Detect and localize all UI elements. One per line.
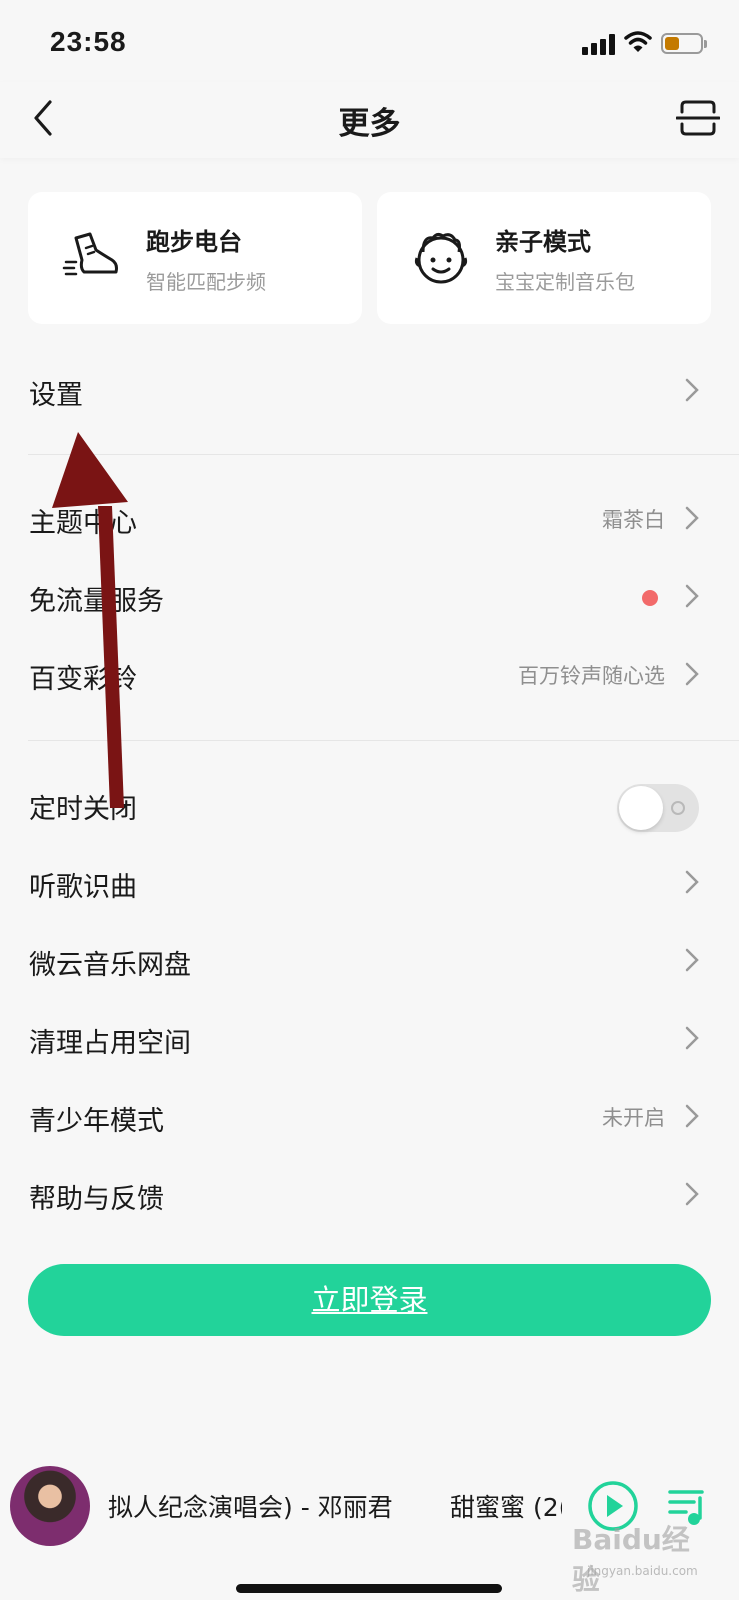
nav-bar: 更多 [0,82,739,158]
next-track-title[interactable]: 甜蜜蜜 (2( [450,1488,562,1524]
chevron-right-icon [685,584,699,608]
row-label: 免流量服务 [29,586,164,617]
card-subtitle: 智能匹配步频 [146,270,266,294]
card-title: 跑步电台 [146,228,242,256]
row-label: 清理占用空间 [29,1028,191,1059]
wifi-icon [624,31,652,52]
teen-mode-row[interactable]: 青少年模式 未开启 [0,1082,739,1152]
row-label: 微云音乐网盘 [29,950,191,981]
scan-icon[interactable] [676,98,720,138]
row-label: 百变彩铃 [29,664,137,695]
sleep-timer-toggle[interactable] [617,784,699,832]
login-button[interactable]: 立即登录 [28,1264,711,1336]
divider [28,740,739,741]
battery-icon [661,33,707,54]
settings-row[interactable]: 设置 [0,356,739,426]
status-time: 23:58 [50,26,127,57]
chevron-right-icon [685,1104,699,1128]
chevron-right-icon [685,870,699,894]
free-data-service-row[interactable]: 免流量服务 [0,562,739,632]
chevron-right-icon [685,1026,699,1050]
page-title: 更多 [338,106,401,142]
signal-icon [582,33,616,55]
weiyun-music-drive-row[interactable]: 微云音乐网盘 [0,926,739,996]
help-feedback-row[interactable]: 帮助与反馈 [0,1160,739,1230]
watermark-url: jingyan.baidu.com [587,1564,698,1578]
parent-child-mode-card[interactable]: 亲子模式 宝宝定制音乐包 [377,192,711,324]
clear-storage-row[interactable]: 清理占用空间 [0,1004,739,1074]
notification-dot [642,590,658,606]
row-value: 霜茶白 [602,508,665,532]
row-value: 未开启 [602,1106,665,1130]
chevron-right-icon [685,378,699,402]
album-cover[interactable] [10,1466,90,1546]
row-label: 听歌识曲 [29,872,137,903]
row-value: 百万铃声随心选 [518,664,665,688]
home-indicator [236,1584,502,1593]
row-label: 青少年模式 [29,1106,164,1137]
row-label: 设置 [29,380,83,411]
row-label: 主题中心 [29,508,137,539]
running-radio-card[interactable]: 跑步电台 智能匹配步频 [28,192,362,324]
song-recognition-row[interactable]: 听歌识曲 [0,848,739,918]
chevron-right-icon [685,662,699,686]
row-label: 定时关闭 [29,794,137,825]
watermark-logo: Baidu经验 [572,1523,690,1596]
card-subtitle: 宝宝定制音乐包 [495,270,635,294]
ringtone-row[interactable]: 百变彩铃 百万铃声随心选 [0,640,739,710]
card-title: 亲子模式 [495,228,591,256]
current-track-title[interactable]: 拟人纪念演唱会) - 邓丽君 [108,1488,393,1524]
divider [28,454,739,455]
status-bar: 23:58 [0,0,739,82]
chevron-right-icon [685,1182,699,1206]
sleep-timer-row: 定时关闭 [0,770,739,840]
theme-center-row[interactable]: 主题中心 霜茶白 [0,484,739,554]
chevron-right-icon [685,948,699,972]
chevron-right-icon [685,506,699,530]
row-label: 帮助与反馈 [29,1184,164,1215]
baby-face-icon [414,232,468,284]
running-shoe-icon [62,232,118,276]
